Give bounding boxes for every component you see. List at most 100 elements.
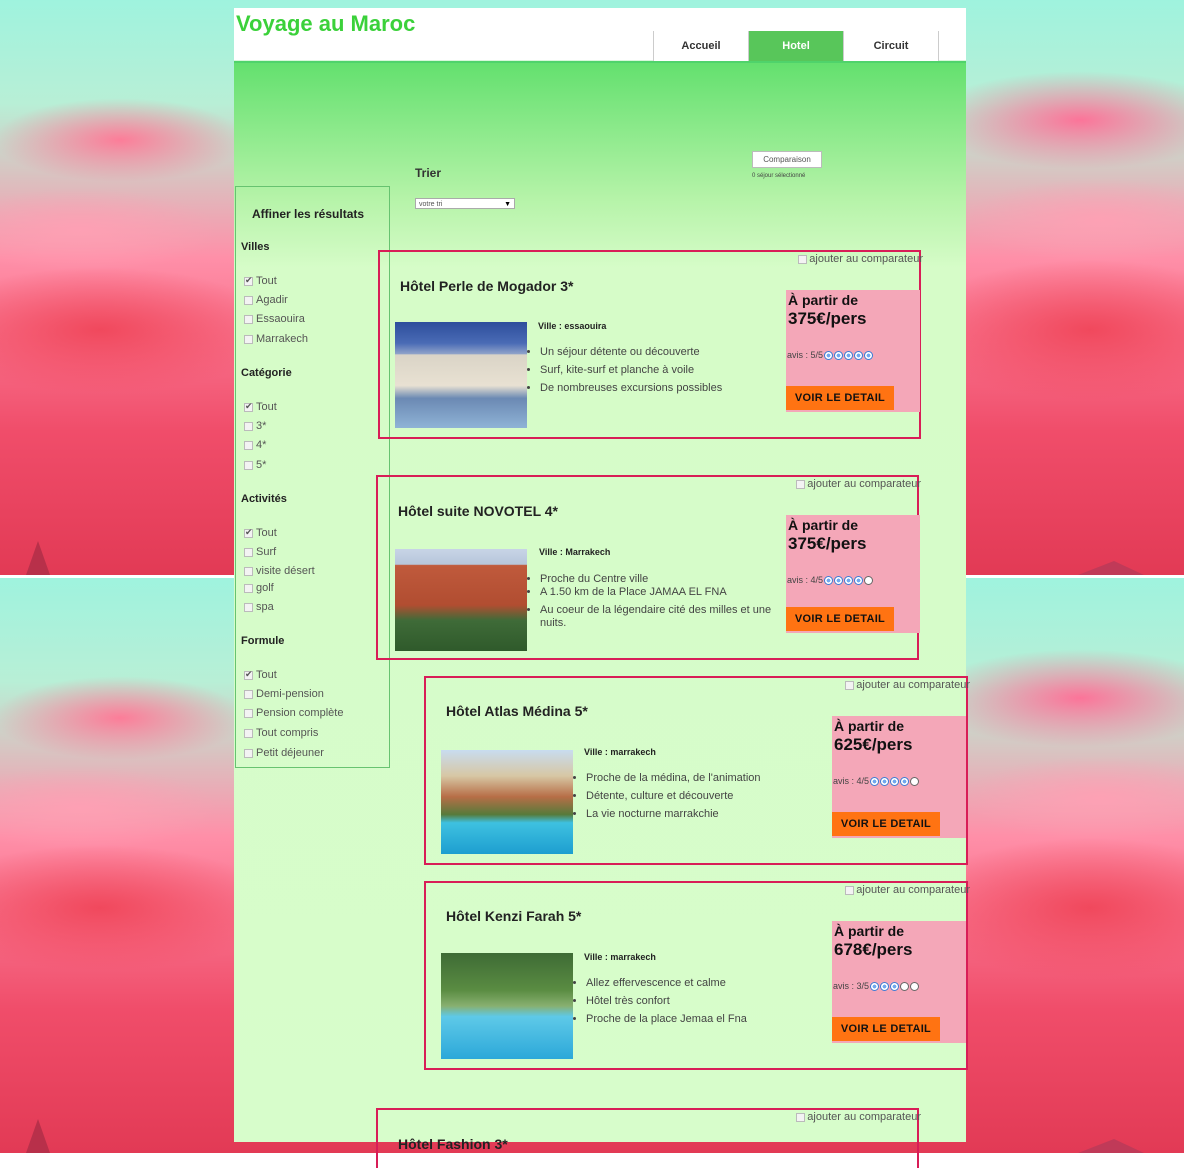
compare-checkbox[interactable]: ajouter au comparateur xyxy=(796,1111,921,1123)
checkbox-icon[interactable] xyxy=(244,689,253,699)
checkbox-icon[interactable] xyxy=(244,566,253,576)
checkbox-checked-icon[interactable] xyxy=(244,669,253,680)
filter-checkbox-4-star[interactable]: 4* xyxy=(244,439,266,451)
checkbox-icon[interactable] xyxy=(244,728,253,738)
filter-section-villes: Villes xyxy=(241,241,270,253)
checkbox-checked-icon[interactable] xyxy=(244,275,253,286)
checkbox-icon[interactable] xyxy=(796,479,806,489)
compare-checkbox[interactable]: ajouter au comparateur xyxy=(845,884,970,896)
checkbox-icon[interactable] xyxy=(244,547,253,557)
feature-item: Un séjour détente ou découverte xyxy=(540,346,790,359)
view-detail-button[interactable]: VOIR LE DETAIL xyxy=(832,812,940,836)
rating-label: avis : 5/5 xyxy=(787,350,824,360)
price-from-label: À partir de xyxy=(834,718,905,734)
nav-tab-circuit[interactable]: Circuit xyxy=(843,31,939,62)
filter-checkbox-visite-desert[interactable]: visite désert xyxy=(244,565,315,577)
filter-checkbox-agadir[interactable]: Agadir xyxy=(244,294,288,306)
nav-tab-hotel[interactable]: Hotel xyxy=(748,31,843,62)
main-nav: Accueil Hotel Circuit xyxy=(653,31,939,62)
feature-item: La vie nocturne marrakchie xyxy=(586,808,836,821)
filter-label: Pension complète xyxy=(256,707,344,719)
filter-checkbox-golf[interactable]: golf xyxy=(244,582,274,594)
hotel-name[interactable]: Hôtel Fashion 3* xyxy=(398,1136,508,1152)
hotel-name[interactable]: Hôtel Kenzi Farah 5* xyxy=(446,908,581,924)
checkbox-icon[interactable] xyxy=(244,334,253,344)
filter-label: Tout xyxy=(256,275,277,287)
filter-checkbox-surf[interactable]: Surf xyxy=(244,546,276,558)
hotel-city: Ville : Marrakech xyxy=(539,547,611,557)
checkbox-icon[interactable] xyxy=(244,602,253,612)
checkbox-icon[interactable] xyxy=(244,440,253,450)
filter-checkbox-categorie-tout[interactable]: Tout xyxy=(244,401,277,413)
compare-label: ajouter au comparateur xyxy=(856,679,970,691)
filter-label: 3* xyxy=(256,420,267,432)
rating-dot-icon xyxy=(890,776,900,786)
filter-label: Agadir xyxy=(256,294,288,306)
price-box: À partir de 375€/pers avis : 4/5 VOIR LE… xyxy=(786,515,920,633)
compare-checkbox[interactable]: ajouter au comparateur xyxy=(845,679,970,691)
filter-checkbox-5-star[interactable]: 5* xyxy=(244,459,266,471)
filter-checkbox-activites-tout[interactable]: Tout xyxy=(244,527,277,539)
filter-checkbox-demi-pension[interactable]: Demi-pension xyxy=(244,688,324,700)
compare-checkbox[interactable]: ajouter au comparateur xyxy=(796,478,921,490)
site-title[interactable]: Voyage au Maroc xyxy=(236,11,415,37)
filter-checkbox-villes-tout[interactable]: Tout xyxy=(244,275,277,287)
checkbox-icon[interactable] xyxy=(796,1112,806,1122)
checkbox-icon[interactable] xyxy=(798,254,808,264)
hotel-photo[interactable] xyxy=(441,953,573,1059)
filter-checkbox-pension-complete[interactable]: Pension complète xyxy=(244,707,343,719)
nav-tab-accueil[interactable]: Accueil xyxy=(653,31,748,62)
filter-checkbox-petit-dejeuner[interactable]: Petit déjeuner xyxy=(244,747,324,759)
price-from-label: À partir de xyxy=(834,923,905,939)
filter-checkbox-formule-tout[interactable]: Tout xyxy=(244,669,277,681)
checkbox-icon[interactable] xyxy=(845,885,855,895)
checkbox-icon[interactable] xyxy=(244,583,253,593)
compare-button[interactable]: Comparaison xyxy=(752,151,822,168)
filter-label: spa xyxy=(256,601,274,613)
filter-checkbox-marrakech[interactable]: Marrakech xyxy=(244,333,308,345)
feature-item: Détente, culture et découverte xyxy=(586,790,836,803)
filter-section-activites: Activités xyxy=(241,493,287,505)
view-detail-button[interactable]: VOIR LE DETAIL xyxy=(786,386,894,410)
filter-checkbox-essaouira[interactable]: Essaouira xyxy=(244,313,305,325)
checkbox-icon[interactable] xyxy=(244,748,253,758)
rating-dot-icon xyxy=(870,776,880,786)
feature-item: Hôtel très confort xyxy=(586,995,836,1008)
feature-item: Allez effervescence et calme xyxy=(586,977,836,990)
sort-select-value: votre tri xyxy=(419,201,443,208)
compare-checkbox[interactable]: ajouter au comparateur xyxy=(798,253,923,265)
checkbox-icon[interactable] xyxy=(244,421,253,431)
rating-dot-empty-icon xyxy=(864,575,874,585)
feature-item: Proche de la médina, de l'animation xyxy=(586,772,836,785)
checkbox-icon[interactable] xyxy=(244,708,253,718)
checkbox-icon[interactable] xyxy=(845,680,855,690)
sort-select[interactable]: votre tri ▼ xyxy=(415,198,515,209)
hotel-features: Proche de la médina, de l'animation Déte… xyxy=(576,772,836,826)
checkbox-icon[interactable] xyxy=(244,460,253,470)
view-detail-button[interactable]: VOIR LE DETAIL xyxy=(832,1017,940,1041)
hotel-photo[interactable] xyxy=(395,549,527,651)
rating-dot-icon xyxy=(890,981,900,991)
checkbox-icon[interactable] xyxy=(244,295,253,305)
hotel-photo[interactable] xyxy=(441,750,573,854)
checkbox-checked-icon[interactable] xyxy=(244,527,253,538)
filter-checkbox-3-star[interactable]: 3* xyxy=(244,420,266,432)
compare-label: ajouter au comparateur xyxy=(856,884,970,896)
filter-label: Petit déjeuner xyxy=(256,747,324,759)
rating-label: avis : 4/5 xyxy=(833,776,870,786)
checkbox-icon[interactable] xyxy=(244,314,253,324)
hotel-name[interactable]: Hôtel Atlas Médina 5* xyxy=(446,703,588,719)
header: Voyage au Maroc Accueil Hotel Circuit xyxy=(234,8,966,63)
hotel-photo[interactable] xyxy=(395,322,527,428)
filter-section-categorie: Catégorie xyxy=(241,367,292,379)
filter-checkbox-spa[interactable]: spa xyxy=(244,601,274,613)
view-detail-button[interactable]: VOIR LE DETAIL xyxy=(786,607,894,631)
filter-label: 4* xyxy=(256,439,267,451)
price-box: À partir de 625€/pers avis : 4/5 VOIR LE… xyxy=(832,716,966,838)
rating-dot-icon xyxy=(870,981,880,991)
filter-checkbox-tout-compris[interactable]: Tout compris xyxy=(244,727,318,739)
checkbox-checked-icon[interactable] xyxy=(244,401,253,412)
hotel-name[interactable]: Hôtel Perle de Mogador 3* xyxy=(400,278,573,294)
rating-dot-icon xyxy=(854,350,864,360)
hotel-name[interactable]: Hôtel suite NOVOTEL 4* xyxy=(398,503,558,519)
